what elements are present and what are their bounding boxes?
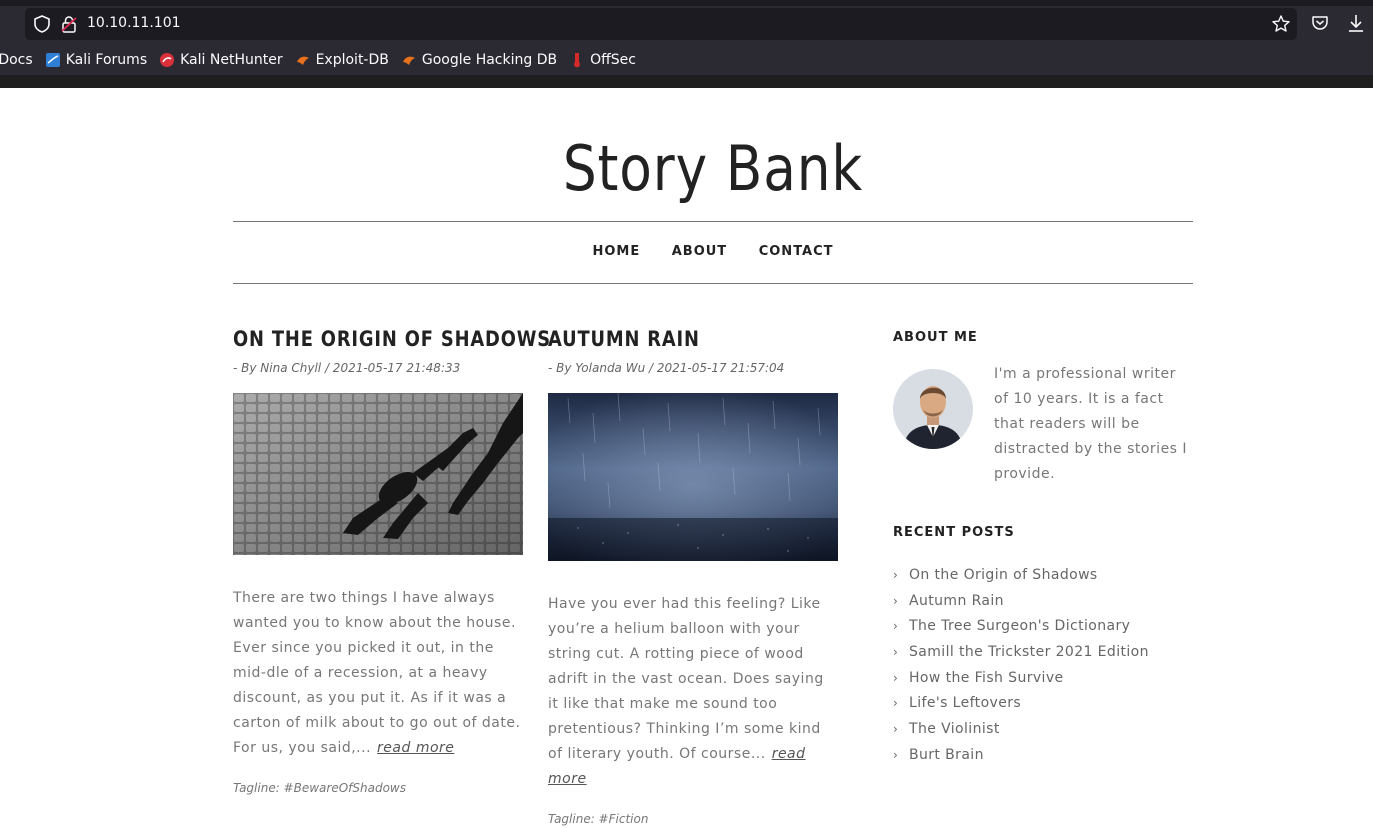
sidebar: ABOUT ME I'm a professional writer of 10… [893, 330, 1193, 768]
post-card: ON THE ORIGIN OF SHADOWS - By Nina Chyll… [233, 327, 550, 795]
about-me-heading: ABOUT ME [893, 330, 978, 345]
read-more-link[interactable]: read more [377, 740, 454, 756]
recent-posts-heading: RECENT POSTS [893, 525, 1015, 540]
recent-post-item[interactable]: › Life's Leftovers [893, 690, 1193, 716]
bookmark-exploit-db[interactable]: Exploit-DB [295, 52, 389, 68]
bookmark-label: Kali NetHunter [180, 52, 283, 68]
recent-post-item[interactable]: › How the Fish Survive [893, 665, 1193, 691]
bookmark-label: Kali Forums [65, 52, 148, 68]
bookmark-offsec[interactable]: OffSec [569, 52, 636, 68]
post-excerpt-text: There are two things I have always wante… [233, 590, 521, 756]
post-excerpt: There are two things I have always wante… [233, 586, 523, 761]
chevron-right-icon: › [893, 644, 899, 659]
page-top-bar [0, 75, 1373, 88]
chevron-right-icon: › [893, 670, 899, 685]
bookmark-label: OffSec [590, 52, 636, 68]
recent-post-link[interactable]: Life's Leftovers [909, 695, 1021, 711]
lock-insecure-icon[interactable] [61, 15, 77, 33]
post-meta: - By Yolanda Wu / 2021-05-17 21:57:04 [548, 361, 785, 375]
kali-forums-icon [45, 53, 60, 67]
post-tagline: Tagline: #BewareOfShadows [233, 781, 406, 795]
offsec-icon [574, 53, 581, 68]
post-tagline: Tagline: #Fiction [548, 812, 649, 826]
bookmark-kali-nethunter[interactable]: Kali NetHunter [159, 52, 283, 68]
chevron-right-icon: › [893, 696, 899, 711]
browser-chrome: 10.10.11.101 i Docs Kali Forums [0, 0, 1373, 88]
main-nav: HOME ABOUT CONTACT [233, 244, 1193, 259]
post-card: AUTUMN RAIN - By Yolanda Wu / 2021-05-17… [548, 327, 838, 826]
recent-post-link[interactable]: How the Fish Survive [909, 670, 1064, 686]
nav-about[interactable]: ABOUT [672, 244, 727, 259]
post-excerpt: Have you ever had this feeling? Like you… [548, 592, 838, 792]
recent-post-item[interactable]: › Burt Brain [893, 742, 1193, 768]
recent-post-item[interactable]: › Samill the Trickster 2021 Edition [893, 639, 1193, 665]
bookmark-star-icon[interactable] [1271, 14, 1291, 34]
recent-post-link[interactable]: Autumn Rain [909, 593, 1004, 609]
recent-post-link[interactable]: The Violinist [909, 721, 1000, 737]
bookmark-kali-forums[interactable]: Kali Forums [45, 52, 147, 68]
nav-divider [233, 283, 1193, 284]
post-image-shadows[interactable] [233, 393, 523, 555]
chevron-right-icon: › [893, 747, 899, 762]
recent-post-link[interactable]: Samill the Trickster 2021 Edition [909, 644, 1149, 660]
recent-post-link[interactable]: On the Origin of Shadows [909, 567, 1098, 583]
post-meta: - By Nina Chyll / 2021-05-17 21:48:33 [233, 361, 461, 375]
recent-post-item[interactable]: › On the Origin of Shadows [893, 562, 1193, 588]
shield-icon[interactable] [33, 15, 51, 33]
post-image-rain[interactable] [548, 392, 838, 561]
chevron-right-icon: › [893, 567, 899, 582]
header-divider [233, 221, 1193, 222]
recent-posts-list: › On the Origin of Shadows › Autumn Rain ›… [893, 562, 1193, 768]
bookmarks-toolbar: i Docs Kali Forums Kali NetHunter Exploi… [0, 46, 1373, 74]
recent-post-link[interactable]: Burt Brain [909, 747, 984, 763]
bookmark-kali-docs[interactable]: i Docs [0, 52, 33, 68]
about-me-text: I'm a professional writer of 10 years. I… [994, 366, 1188, 482]
exploit-db-icon [296, 56, 309, 65]
chevron-right-icon: › [893, 593, 899, 608]
kali-nethunter-icon [160, 53, 175, 67]
site-title[interactable]: Story Bank [300, 132, 1126, 205]
ghdb-icon [402, 56, 415, 65]
nav-contact[interactable]: CONTACT [759, 244, 834, 259]
about-me-block: I'm a professional writer of 10 years. I… [893, 366, 1193, 487]
url-text[interactable]: 10.10.11.101 [87, 15, 181, 31]
download-icon[interactable] [1347, 13, 1365, 33]
post-title[interactable]: AUTUMN RAIN [548, 327, 795, 351]
recent-post-item[interactable]: › Autumn Rain [893, 588, 1193, 614]
post-title[interactable]: ON THE ORIGIN OF SHADOWS [233, 327, 550, 351]
post-excerpt-text: Have you ever had this feeling? Like you… [548, 596, 824, 762]
chevron-right-icon: › [893, 721, 899, 736]
bookmark-label: Google Hacking DB [421, 52, 558, 68]
bookmark-label: Exploit-DB [315, 52, 389, 68]
nav-home[interactable]: HOME [592, 244, 640, 259]
url-bar[interactable]: 10.10.11.101 [25, 8, 1297, 40]
bookmark-label: i Docs [0, 52, 33, 68]
chevron-right-icon: › [893, 619, 899, 634]
author-avatar [893, 369, 973, 449]
pocket-icon[interactable] [1311, 14, 1329, 32]
tab-strip-edge [0, 0, 1373, 6]
bookmark-google-hacking-db[interactable]: Google Hacking DB [401, 52, 557, 68]
recent-post-link[interactable]: The Tree Surgeon's Dictionary [909, 618, 1130, 634]
recent-post-item[interactable]: › The Violinist [893, 716, 1193, 742]
recent-post-item[interactable]: › The Tree Surgeon's Dictionary [893, 613, 1193, 639]
